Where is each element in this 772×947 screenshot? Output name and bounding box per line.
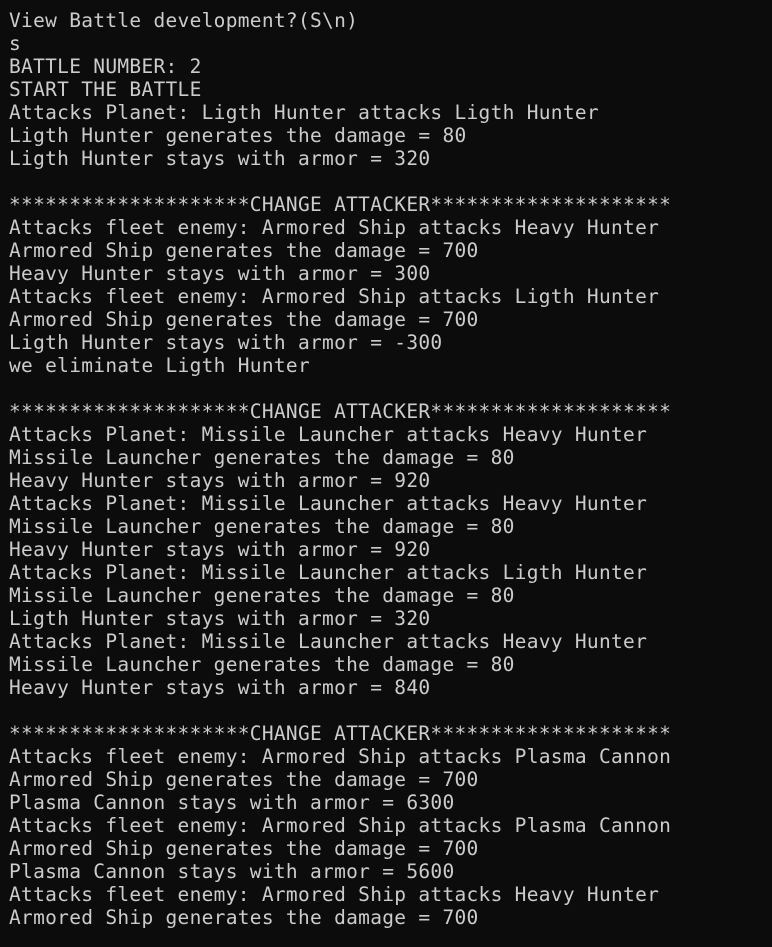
console-line: Attacks Planet: Missile Launcher attacks… — [9, 561, 648, 584]
console-line: BATTLE NUMBER: 2 — [9, 55, 202, 78]
console-line: START THE BATTLE — [9, 78, 202, 101]
console-line: Armored Ship generates the damage = 700 — [9, 239, 479, 262]
console-line: Armored Ship generates the damage = 700 — [9, 308, 479, 331]
console-line: Attacks Planet: Missile Launcher attacks… — [9, 423, 648, 446]
console-line-separator: ********************CHANGE ATTACKER*****… — [9, 400, 672, 423]
console-line: Heavy Hunter stays with armor = 300 — [9, 262, 431, 285]
console-line: Plasma Cannon stays with armor = 6300 — [9, 791, 455, 814]
terminal-console[interactable]: View Battle development?(S\n) s BATTLE N… — [0, 0, 772, 947]
console-line: Ligth Hunter stays with armor = 320 — [9, 607, 431, 630]
console-line: Attacks Planet: Missile Launcher attacks… — [9, 630, 648, 653]
console-line: Missile Launcher generates the damage = … — [9, 446, 515, 469]
console-line: s — [9, 32, 22, 55]
console-line: Ligth Hunter generates the damage = 80 — [9, 124, 467, 147]
console-line: Missile Launcher generates the damage = … — [9, 584, 515, 607]
console-line-separator: ********************CHANGE ATTACKER*****… — [9, 722, 672, 745]
console-line: Attacks fleet enemy: Armored Ship attack… — [9, 745, 672, 768]
console-line: Attacks Planet: Missile Launcher attacks… — [9, 492, 648, 515]
console-line: Ligth Hunter stays with armor = -300 — [9, 331, 443, 354]
console-line: Attacks fleet enemy: Armored Ship attack… — [9, 814, 672, 837]
console-line: Heavy Hunter stays with armor = 920 — [9, 469, 431, 492]
console-line: Missile Launcher generates the damage = … — [9, 515, 515, 538]
console-line: Armored Ship generates the damage = 700 — [9, 768, 479, 791]
console-line: Armored Ship generates the damage = 700 — [9, 906, 479, 929]
console-line: Attacks fleet enemy: Armored Ship attack… — [9, 216, 660, 239]
console-line: Armored Ship generates the damage = 700 — [9, 837, 479, 860]
console-line-separator: ********************CHANGE ATTACKER*****… — [9, 193, 672, 216]
console-line: we eliminate Ligth Hunter — [9, 354, 310, 377]
console-line: Attacks Planet: Ligth Hunter attacks Lig… — [9, 101, 599, 124]
console-line: Heavy Hunter stays with armor = 920 — [9, 538, 431, 561]
console-line: View Battle development?(S\n) — [9, 9, 359, 32]
console-line: Attacks fleet enemy: Armored Ship attack… — [9, 883, 660, 906]
console-line: Ligth Hunter stays with armor = 320 — [9, 147, 431, 170]
console-line: Heavy Hunter stays with armor = 840 — [9, 676, 431, 699]
console-line: Missile Launcher generates the damage = … — [9, 653, 515, 676]
console-line: Plasma Cannon stays with armor = 5600 — [9, 860, 455, 883]
console-line: Attacks fleet enemy: Armored Ship attack… — [9, 285, 660, 308]
